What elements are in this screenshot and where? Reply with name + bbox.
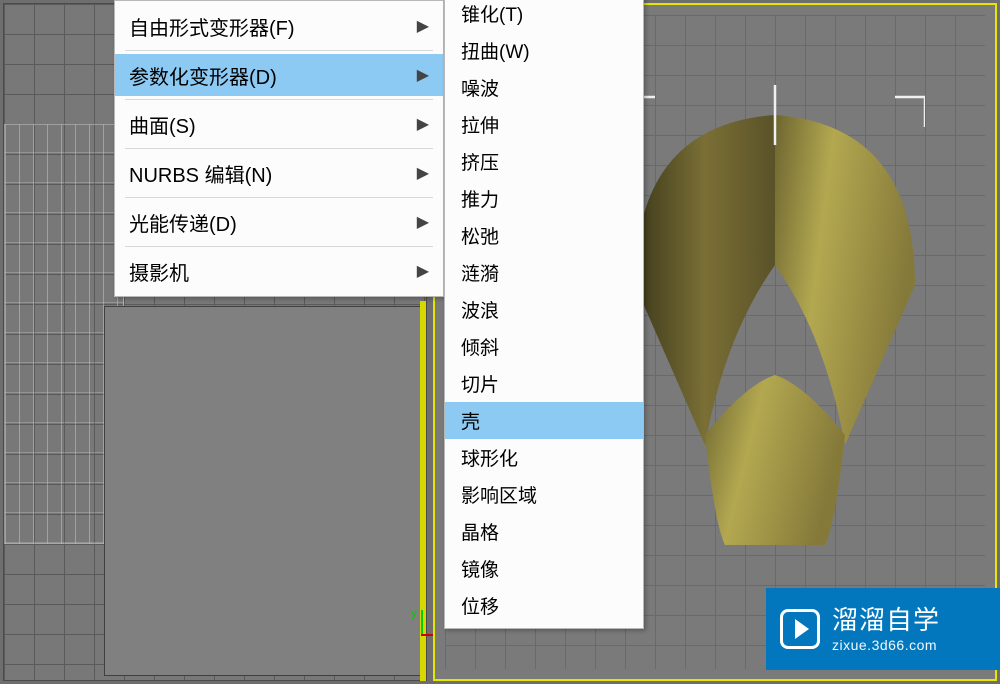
submenu-item-slice[interactable]: 切片	[445, 365, 643, 402]
menu-item-label: 倾斜	[461, 333, 627, 360]
menu-item-label: 晶格	[461, 518, 627, 545]
menu-item-label: 镜像	[461, 555, 627, 582]
3d-object[interactable]	[625, 85, 925, 555]
menu-item-surface[interactable]: 曲面(S) ▶	[115, 103, 443, 145]
play-icon	[780, 609, 820, 649]
submenu-item-push[interactable]: 推力	[445, 180, 643, 217]
menu-item-label: 球形化	[461, 444, 627, 471]
submenu-item-squeeze[interactable]: 挤压	[445, 143, 643, 180]
menu-item-label: 锥化(T)	[461, 0, 627, 27]
menu-item-label: 自由形式变形器(F)	[129, 12, 417, 41]
menu-item-parametric-deform[interactable]: 参数化变形器(D) ▶	[115, 54, 443, 96]
menu-item-label: 参数化变形器(D)	[129, 61, 417, 90]
axis-y-label: y	[411, 606, 417, 620]
menu-item-freeform-deform[interactable]: 自由形式变形器(F) ▶	[115, 5, 443, 47]
menu-item-label: 壳	[461, 407, 627, 434]
chevron-right-icon: ▶	[417, 212, 429, 232]
submenu-item-skew[interactable]: 倾斜	[445, 328, 643, 365]
menu-item-label: 摄影机	[129, 257, 417, 286]
menu-item-label: 涟漪	[461, 259, 627, 286]
axis-y	[421, 610, 423, 636]
submenu-item-lattice[interactable]: 晶格	[445, 513, 643, 550]
menu-item-label: 位移	[461, 592, 627, 619]
menu-item-label: 曲面(S)	[129, 110, 417, 139]
menu-item-camera[interactable]: 摄影机 ▶	[115, 250, 443, 292]
submenu-item-spherify[interactable]: 球形化	[445, 439, 643, 476]
menu-item-label: NURBS 编辑(N)	[129, 159, 417, 188]
menu-item-label: 松弛	[461, 222, 627, 249]
menu-separator	[125, 99, 433, 100]
chevron-right-icon: ▶	[417, 114, 429, 134]
menu-separator	[125, 50, 433, 51]
menu-separator	[125, 148, 433, 149]
menu-item-label: 拉伸	[461, 111, 627, 138]
menu-separator	[125, 246, 433, 247]
watermark-badge: 溜溜自学 zixue.3d66.com	[766, 588, 1000, 670]
menu-item-label: 噪波	[461, 74, 627, 101]
menu-item-label: 波浪	[461, 296, 627, 323]
submenu-item-twist[interactable]: 扭曲(W)	[445, 32, 643, 69]
submenu-item-wave[interactable]: 波浪	[445, 291, 643, 328]
submenu-item-mirror[interactable]: 镜像	[445, 550, 643, 587]
menu-separator	[125, 197, 433, 198]
chevron-right-icon: ▶	[417, 65, 429, 85]
context-menu-sub: 锥化(T) 扭曲(W) 噪波 拉伸 挤压 推力 松弛 涟漪 波浪 倾斜 切片 壳…	[444, 0, 644, 629]
context-menu-main: 自由形式变形器(F) ▶ 参数化变形器(D) ▶ 曲面(S) ▶ NURBS 编…	[114, 0, 444, 297]
watermark-url: zixue.3d66.com	[832, 637, 940, 655]
menu-item-label: 挤压	[461, 148, 627, 175]
menu-item-nurbs-edit[interactable]: NURBS 编辑(N) ▶	[115, 152, 443, 194]
menu-item-label: 扭曲(W)	[461, 37, 627, 64]
watermark-title: 溜溜自学	[832, 604, 940, 637]
menu-item-radiosity[interactable]: 光能传递(D) ▶	[115, 201, 443, 243]
chevron-right-icon: ▶	[417, 16, 429, 36]
submenu-item-relax[interactable]: 松弛	[445, 217, 643, 254]
submenu-item-displace[interactable]: 位移	[445, 587, 643, 624]
submenu-item-ripple[interactable]: 涟漪	[445, 254, 643, 291]
cup-shape-svg	[625, 85, 925, 555]
chevron-right-icon: ▶	[417, 261, 429, 281]
chevron-right-icon: ▶	[417, 163, 429, 183]
menu-item-label: 影响区域	[461, 481, 627, 508]
submenu-item-stretch[interactable]: 拉伸	[445, 106, 643, 143]
menu-item-label: 切片	[461, 370, 627, 397]
viewport-left-panel	[104, 306, 424, 676]
submenu-item-taper[interactable]: 锥化(T)	[445, 0, 643, 32]
menu-item-label: 推力	[461, 185, 627, 212]
submenu-item-affect-region[interactable]: 影响区域	[445, 476, 643, 513]
menu-item-label: 光能传递(D)	[129, 208, 417, 237]
submenu-item-noise[interactable]: 噪波	[445, 69, 643, 106]
submenu-item-shell[interactable]: 壳	[445, 402, 643, 439]
